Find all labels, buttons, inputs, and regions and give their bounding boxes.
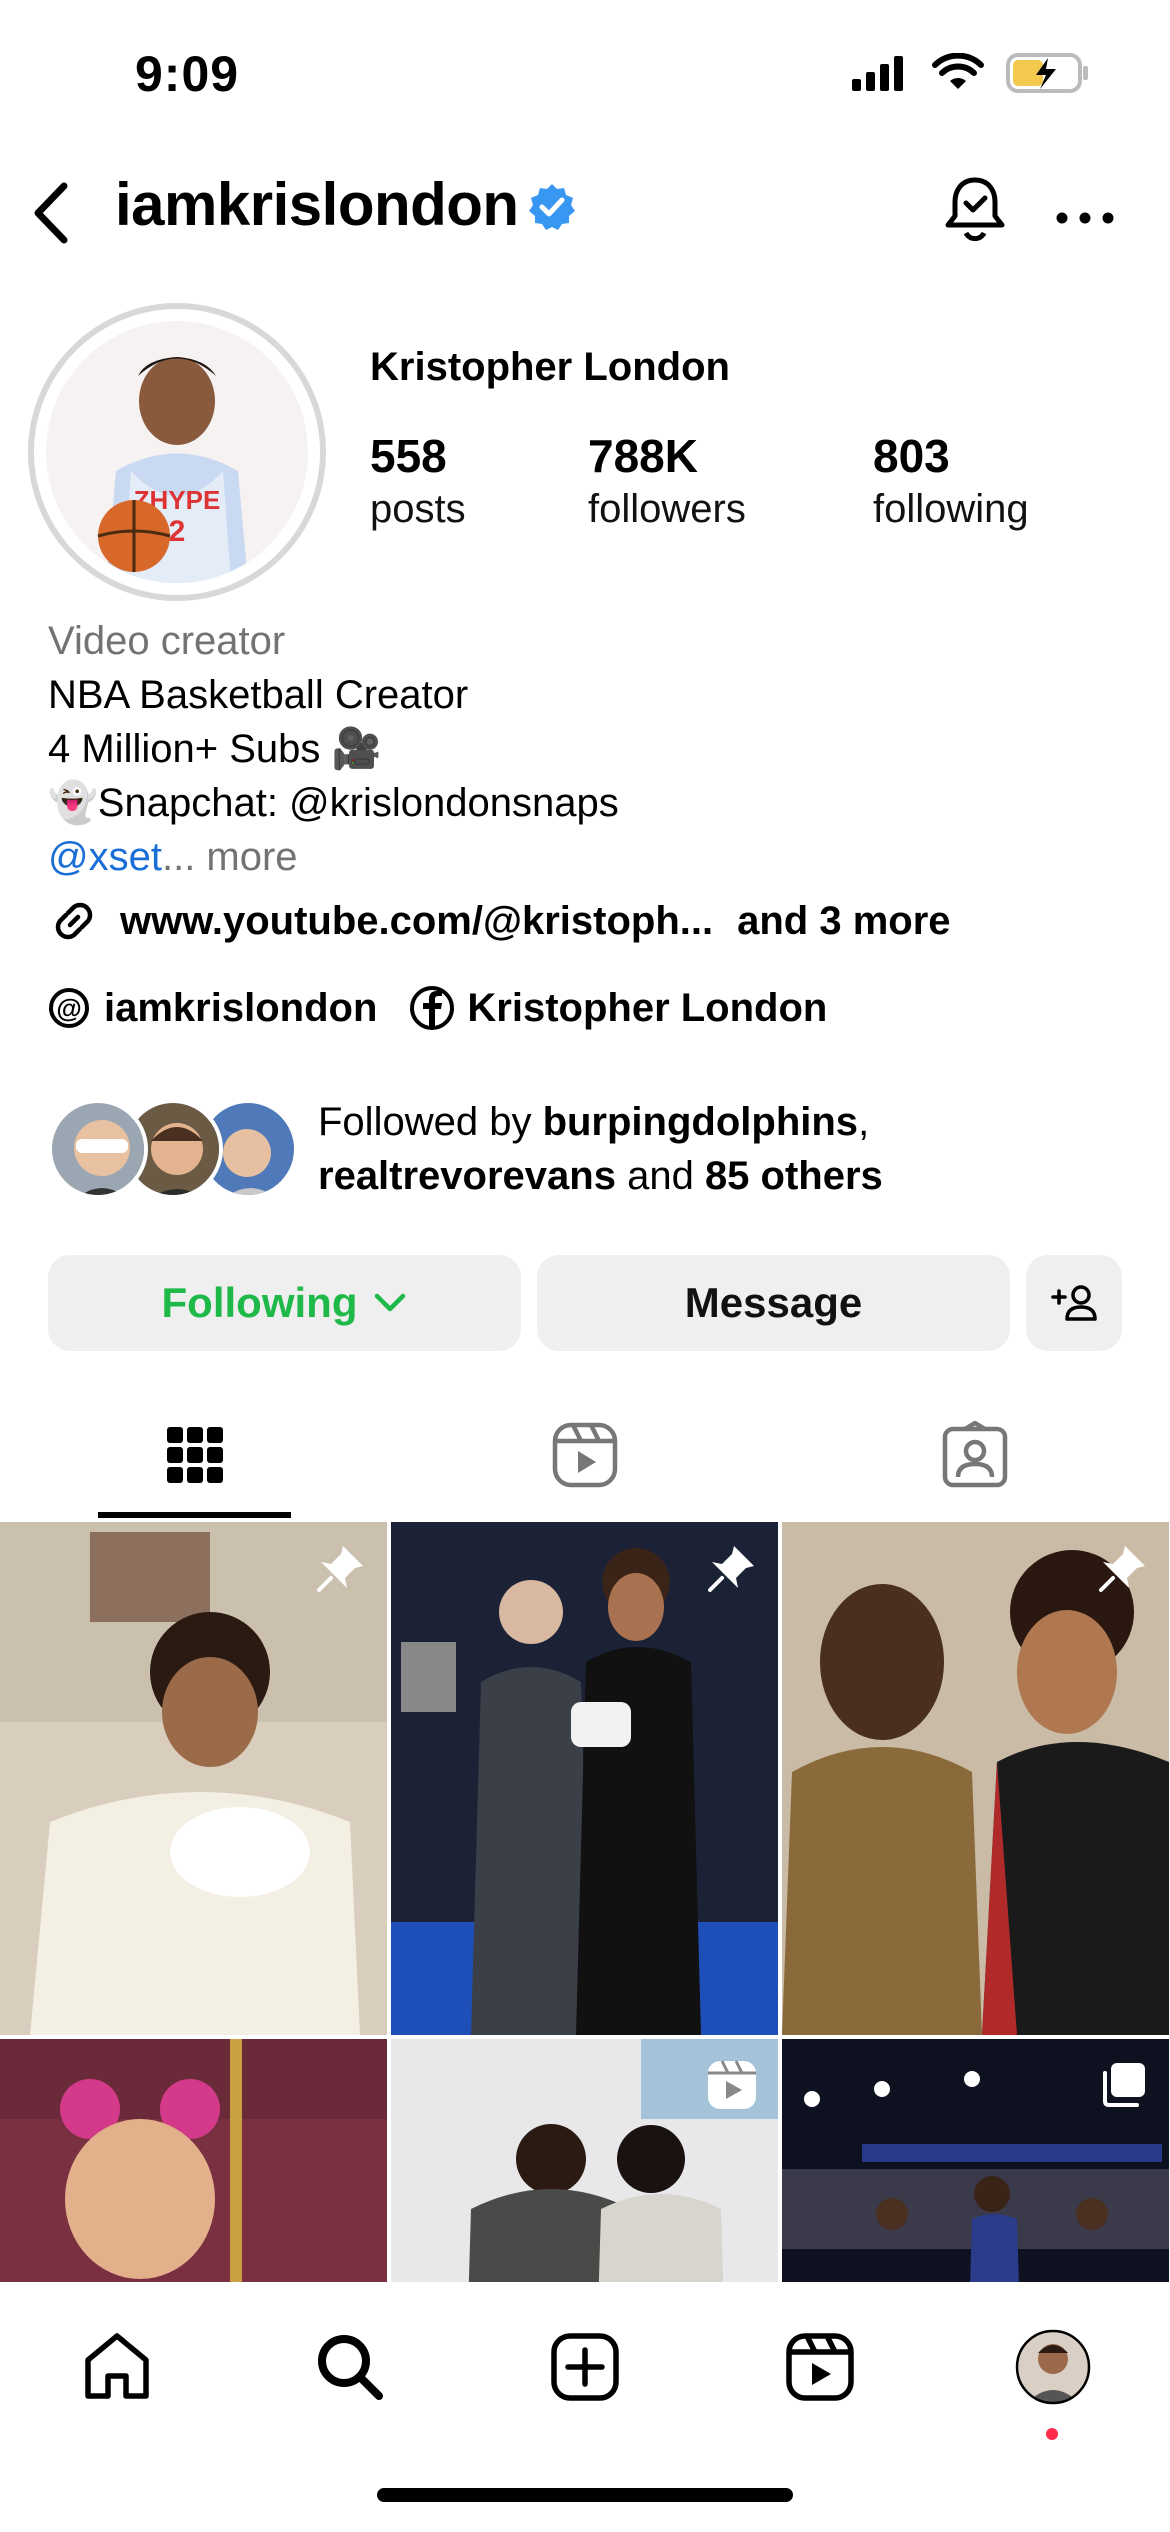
followers-count: 788K [588, 430, 698, 482]
status-time: 9:09 [135, 46, 240, 102]
bio-mention-link[interactable]: @xset [48, 835, 162, 879]
home-indicator [377, 2488, 793, 2502]
grid-post[interactable] [0, 1522, 387, 2035]
profile-bio: Video creator NBA Basketball Creator 4 M… [48, 614, 619, 884]
facebook-link[interactable]: Kristopher London [409, 985, 827, 1031]
suggested-users-button[interactable] [1026, 1255, 1122, 1351]
more-links-label[interactable]: and 3 more [737, 899, 950, 944]
nav-home[interactable] [72, 2322, 162, 2412]
followed-by-prefix: Followed by [318, 1100, 543, 1144]
back-button[interactable] [20, 178, 80, 248]
chevron-left-icon [34, 182, 68, 244]
tab-tagged[interactable] [780, 1390, 1170, 1520]
pin-icon [1099, 1546, 1145, 1592]
nav-search[interactable] [305, 2322, 395, 2412]
bio-line: NBA Basketball Creator [48, 673, 469, 717]
profile-avatar-icon [1015, 2329, 1091, 2405]
active-tab-indicator [98, 1512, 291, 1518]
notification-dot [1046, 2428, 1058, 2440]
bio-more-link[interactable]: ... more [162, 835, 298, 879]
posts-label: posts [370, 487, 466, 531]
status-bar: 9:09 [0, 0, 1170, 150]
add-person-icon [1051, 1285, 1097, 1321]
following-stat[interactable]: 803 following [873, 428, 1029, 534]
followed-by-and: and [615, 1154, 705, 1198]
following-count: 803 [873, 430, 950, 482]
reel-icon [708, 2060, 756, 2109]
grid-post[interactable] [782, 2039, 1169, 2282]
nav-create[interactable] [540, 2322, 630, 2412]
svg-text:2: 2 [169, 515, 186, 548]
facebook-name: Kristopher London [467, 985, 828, 1030]
mutual-followers-avatars [48, 1099, 298, 1199]
tab-posts-grid[interactable] [0, 1390, 390, 1520]
tagged-person-icon [942, 1421, 1008, 1488]
carousel-icon [1103, 2063, 1145, 2107]
tab-reels[interactable] [390, 1390, 780, 1520]
facebook-icon [410, 986, 455, 1030]
profile-tabs [0, 1390, 1170, 1520]
threads-icon: @ [49, 988, 89, 1028]
followed-by-text: Followed by burpingdolphins, realtrevore… [318, 1095, 883, 1203]
followed-by[interactable]: Followed by burpingdolphins, realtrevore… [48, 1095, 883, 1203]
posts-grid [0, 1522, 1170, 2282]
bio-line: 👻Snapchat: @krislondonsnaps [48, 781, 619, 825]
wifi-icon [932, 53, 984, 89]
mutual-follower-name[interactable]: realtrevorevans [318, 1154, 616, 1198]
bio-last-line: @xset... more [48, 830, 619, 884]
followers-label: followers [588, 487, 746, 531]
reels-icon [786, 2333, 854, 2401]
mutual-follower-name[interactable]: burpingdolphins [543, 1100, 859, 1144]
chevron-down-icon [375, 1293, 406, 1312]
grid-post[interactable] [391, 1522, 778, 2035]
grid-post[interactable] [391, 2039, 778, 2282]
profile-photo: ZHYPE 2 [46, 321, 308, 583]
profile-header: iamkrislondon [0, 160, 1170, 260]
cellular-signal-icon [852, 56, 903, 91]
battery-charging-icon [1006, 53, 1088, 93]
grid-post[interactable] [782, 1522, 1169, 2035]
notifications-bell-button[interactable] [935, 170, 1015, 250]
followed-by-comma: , [858, 1100, 870, 1144]
create-post-icon [551, 2333, 619, 2401]
reels-icon [552, 1422, 618, 1488]
message-button-label: Message [684, 1279, 863, 1326]
grid-icon [167, 1427, 223, 1483]
more-options-button[interactable] [1050, 170, 1120, 250]
pin-icon [708, 1546, 754, 1592]
search-icon [318, 2335, 383, 2400]
bell-check-icon [945, 177, 1005, 242]
pin-icon [317, 1546, 363, 1592]
message-button[interactable]: Message [537, 1255, 1010, 1351]
posts-stat[interactable]: 558 posts [370, 428, 466, 534]
followers-stat[interactable]: 788K followers [588, 428, 746, 534]
mutual-others-count[interactable]: 85 others [705, 1154, 883, 1198]
threads-link[interactable]: @ iamkrislondon [48, 986, 377, 1031]
profile-username: iamkrislondon [115, 171, 519, 238]
following-label: following [873, 487, 1029, 531]
posts-count: 558 [370, 430, 447, 482]
profile-avatar[interactable]: ZHYPE 2 [28, 303, 326, 601]
bio-line: 4 Million+ Subs 🎥 [48, 727, 382, 771]
svg-text:@: @ [56, 993, 81, 1023]
following-button-label: Following [161, 1279, 358, 1326]
profile-full-name: Kristopher London [370, 345, 730, 389]
grid-post[interactable] [0, 2039, 387, 2282]
link-icon [55, 902, 93, 940]
social-links: @ iamkrislondon Kristopher London [48, 985, 827, 1031]
nav-reels[interactable] [775, 2322, 865, 2412]
profile-category: Video creator [48, 619, 286, 663]
status-icons [850, 52, 1090, 94]
threads-handle: iamkrislondon [104, 985, 378, 1030]
nav-profile[interactable] [1008, 2322, 1098, 2412]
external-link-url[interactable]: www.youtube.com/@kristoph... [120, 899, 713, 944]
verified-badge-icon [529, 184, 575, 230]
mutual-avatar [48, 1099, 148, 1199]
following-button[interactable]: Following [48, 1255, 521, 1351]
more-horizontal-icon [1056, 212, 1114, 224]
profile-links[interactable]: www.youtube.com/@kristoph... and 3 more [48, 895, 951, 947]
home-icon [85, 2333, 149, 2399]
